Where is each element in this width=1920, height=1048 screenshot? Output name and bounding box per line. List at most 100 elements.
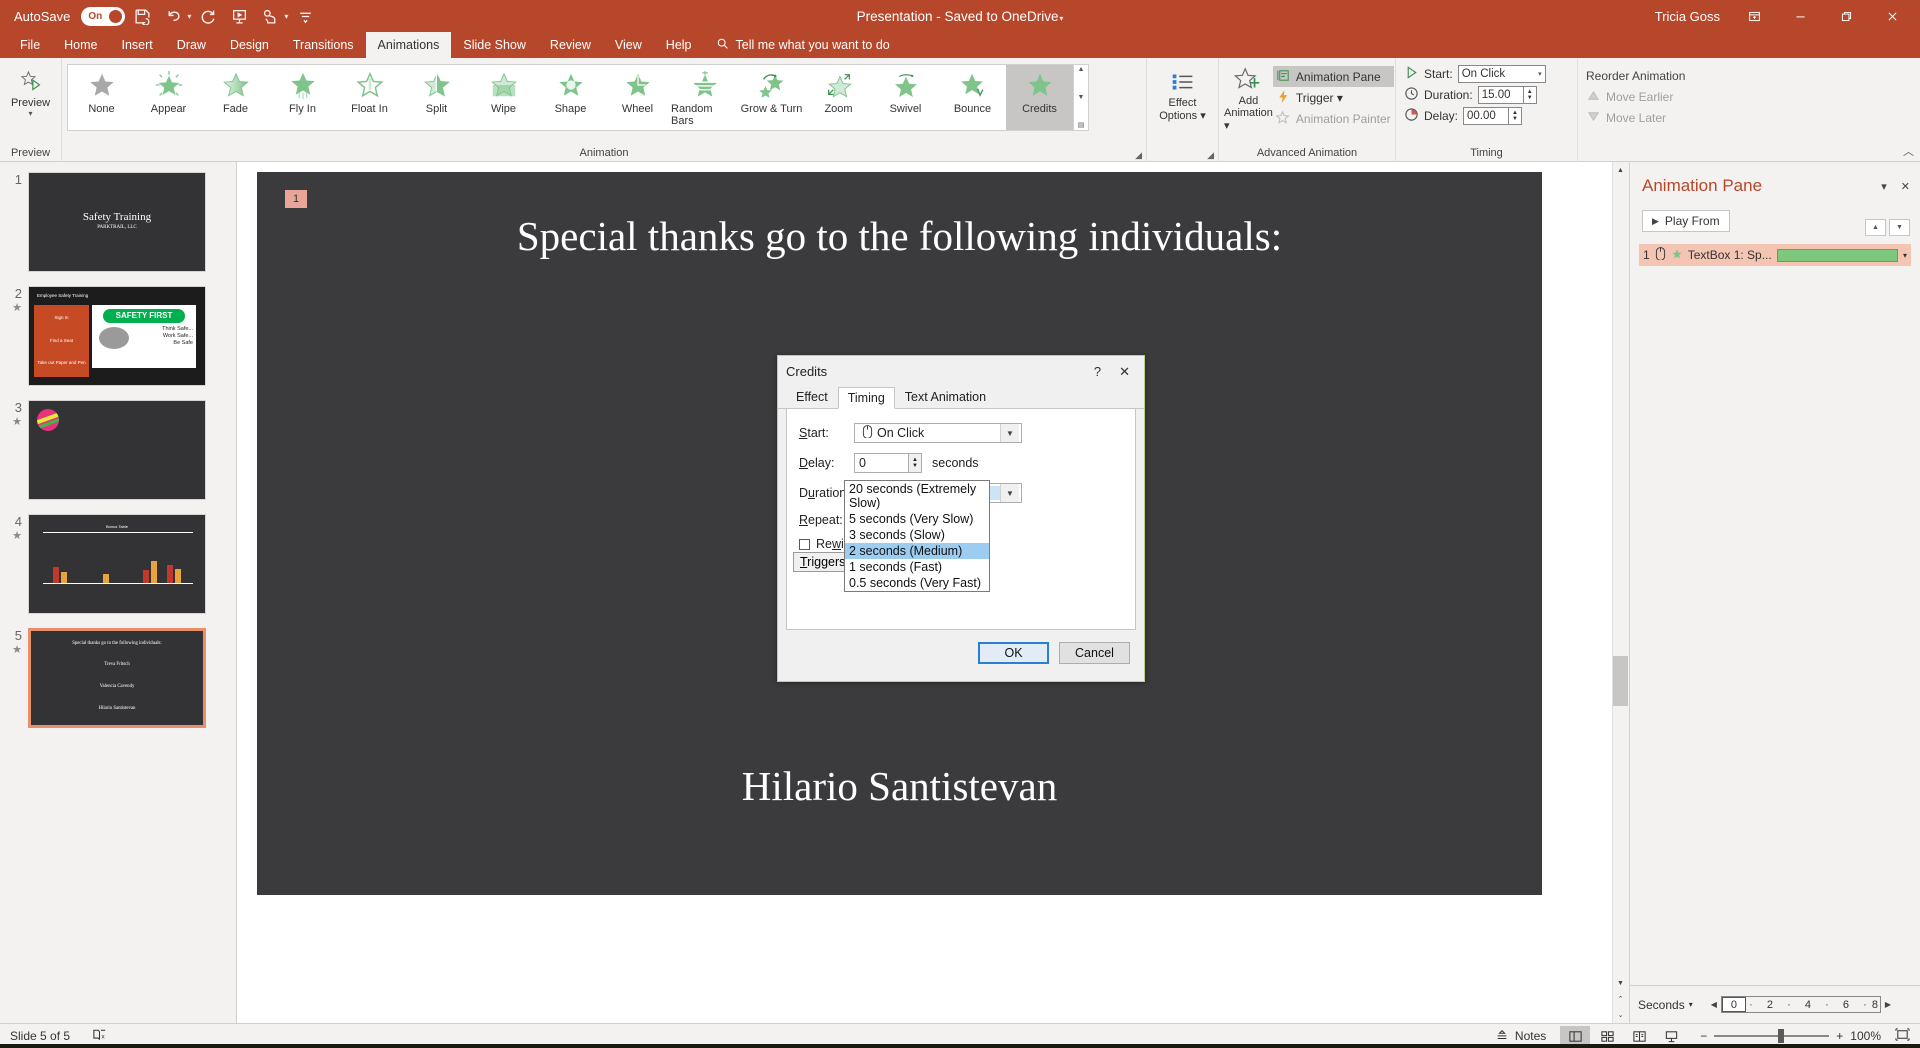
dialog-delay-input[interactable]: 0 <box>854 453 909 473</box>
next-slide-icon[interactable]: ⌄ <box>1613 1007 1628 1022</box>
slide-thumbnail-2[interactable]: Employee Safety Training Sign In Find a … <box>28 286 206 386</box>
thumbnail-row-3[interactable]: 3 ★ <box>0 400 236 500</box>
account-name[interactable]: Tricia Goss <box>1645 9 1730 24</box>
animation-item-menu-icon[interactable]: ▾ <box>1903 251 1907 260</box>
tell-me-search[interactable]: Tell me what you want to do <box>716 32 890 58</box>
effect-grow-and-turn[interactable]: Grow & Turn <box>738 65 805 130</box>
tab-design[interactable]: Design <box>218 32 281 58</box>
effect-wipe[interactable]: Wipe <box>470 65 537 130</box>
tab-transitions[interactable]: Transitions <box>281 32 366 58</box>
duration-option-2[interactable]: 2 seconds (Medium) <box>845 543 989 559</box>
gallery-scroll-down-icon[interactable]: ▼ <box>1078 94 1085 101</box>
zoom-knob[interactable] <box>1778 1029 1785 1043</box>
dialog-tab-text-animation[interactable]: Text Animation <box>895 386 996 408</box>
animation-duration-bar[interactable] <box>1776 248 1898 262</box>
title-dropdown-caret[interactable]: ▾ <box>1059 14 1063 23</box>
accessibility-checker-icon[interactable]: x <box>92 1027 107 1045</box>
effect-bounce[interactable]: Bounce <box>939 65 1006 130</box>
ribbon-display-options-icon[interactable] <box>1732 0 1776 32</box>
timing-delay-value[interactable]: 00.00 <box>1463 106 1510 125</box>
slide-thumbnail-4[interactable]: Bonus Table <box>28 514 206 614</box>
gallery-scroll-up-icon[interactable]: ▲ <box>1078 66 1085 73</box>
dialog-tab-effect[interactable]: Effect <box>786 386 838 408</box>
slide-thumbnail-panel[interactable]: 1 Safety Training PARKTRAIL, LLC 2 ★ Empl… <box>0 162 237 1023</box>
effect-shape[interactable]: Shape <box>537 65 604 130</box>
zoom-level[interactable]: 100% <box>1850 1029 1881 1043</box>
pane-close-icon[interactable]: ✕ <box>1901 180 1910 193</box>
collapse-ribbon-icon[interactable]: ︿ <box>1903 143 1914 159</box>
effect-float-in[interactable]: Float In <box>336 65 403 130</box>
redo-icon[interactable] <box>194 3 222 29</box>
timeline-unit-selector[interactable]: Seconds ▾ <box>1638 998 1693 1012</box>
move-up-icon[interactable]: ▲ <box>1865 219 1886 236</box>
duration-option-5[interactable]: 5 seconds (Very Slow) <box>845 511 989 527</box>
duration-dropdown-list[interactable]: 20 seconds (Extremely Slow) 5 seconds (V… <box>844 480 990 592</box>
timing-delay-arrows[interactable]: ▲ ▼ <box>1509 106 1523 125</box>
effect-options-dialog-launcher[interactable]: ◢ <box>1207 150 1214 161</box>
pane-menu-icon[interactable]: ▾ <box>1881 180 1887 193</box>
slide-thumbnail-1[interactable]: Safety Training PARKTRAIL, LLC <box>28 172 206 272</box>
touch-mode-icon[interactable] <box>256 3 284 29</box>
thumbnail-row-4[interactable]: 4 ★ Bonus Table <box>0 514 236 614</box>
preview-button[interactable]: Preview ▾ <box>5 61 56 118</box>
gallery-scrollbar[interactable]: ▲ ▼ ▤ <box>1073 65 1088 130</box>
close-icon[interactable] <box>1870 0 1914 32</box>
timing-delay-spinner[interactable]: 00.00 ▲ ▼ <box>1463 106 1523 125</box>
credits-effect-dialog[interactable]: Credits ? ✕ Effect Timing Text Animation… <box>777 355 1145 682</box>
timing-duration-value[interactable]: 15.00 <box>1477 85 1524 104</box>
animation-dialog-launcher[interactable]: ◢ <box>1135 150 1142 161</box>
scroll-down-icon[interactable]: ▼ <box>1613 976 1628 991</box>
undo-dropdown-caret[interactable]: ▾ <box>187 12 191 21</box>
thumbnail-row-5[interactable]: 5 ★ Special thanks go to the following in… <box>0 628 236 728</box>
autosave-toggle[interactable]: On <box>81 6 126 26</box>
tab-review[interactable]: Review <box>538 32 603 58</box>
dialog-help-icon[interactable]: ? <box>1094 364 1101 379</box>
thumbnail-row-1[interactable]: 1 Safety Training PARKTRAIL, LLC <box>0 172 236 272</box>
slide-name-2[interactable]: Hilario Santistevan <box>257 762 1542 810</box>
save-icon[interactable] <box>128 3 156 29</box>
thumbnail-row-2[interactable]: 2 ★ Employee Safety Training Sign In Find… <box>0 286 236 386</box>
add-animation-button[interactable]: Add Animation ▾ <box>1224 61 1273 132</box>
effect-fade[interactable]: Fade <box>202 65 269 130</box>
chevron-down-icon[interactable]: ▼ <box>1000 484 1019 502</box>
effect-random-bars[interactable]: Random Bars <box>671 65 738 130</box>
zoom-slider[interactable]: − + 100% <box>1700 1029 1881 1043</box>
zoom-in-button[interactable]: + <box>1836 1029 1843 1043</box>
effect-swivel[interactable]: Swivel <box>872 65 939 130</box>
ok-button[interactable]: OK <box>978 642 1049 664</box>
tab-view[interactable]: View <box>603 32 654 58</box>
canvas-vertical-scrollbar[interactable]: ▲ ▼ ⌃ ⌄ <box>1612 162 1629 1023</box>
tab-home[interactable]: Home <box>52 32 109 58</box>
cancel-button[interactable]: Cancel <box>1059 642 1130 664</box>
slide-heading[interactable]: Special thanks go to the following indiv… <box>257 212 1542 260</box>
animation-list-item[interactable]: 1 TextBox 1: Sp... ▾ <box>1639 244 1911 266</box>
effect-wheel[interactable]: Wheel <box>604 65 671 130</box>
tab-insert[interactable]: Insert <box>110 32 165 58</box>
scroll-up-icon[interactable]: ▲ <box>1613 163 1628 178</box>
gallery-more-icon[interactable]: ▤ <box>1078 121 1085 129</box>
effect-zoom[interactable]: Zoom <box>805 65 872 130</box>
restore-icon[interactable] <box>1824 0 1868 32</box>
zoom-out-button[interactable]: − <box>1700 1029 1707 1043</box>
minimize-icon[interactable] <box>1778 0 1822 32</box>
timing-duration-arrows[interactable]: ▲ ▼ <box>1523 85 1537 104</box>
tab-animations[interactable]: Animations <box>365 32 452 58</box>
fit-slide-icon[interactable] <box>1895 1027 1910 1045</box>
effect-appear[interactable]: Appear <box>135 65 202 130</box>
slide-counter[interactable]: Slide 5 of 5 <box>10 1029 70 1043</box>
chevron-down-icon[interactable]: ▼ <box>1000 424 1019 442</box>
effect-options-button[interactable]: Effect Options ▾ <box>1152 61 1213 122</box>
duration-option-20[interactable]: 20 seconds (Extremely Slow) <box>845 481 989 511</box>
chevron-down-icon[interactable]: ▾ <box>1538 70 1542 78</box>
chevron-down-icon[interactable]: ▾ <box>1689 1000 1693 1009</box>
play-from-button[interactable]: ▶ Play From <box>1642 210 1730 232</box>
tab-draw[interactable]: Draw <box>165 32 218 58</box>
dialog-delay-spinner[interactable]: ▲ ▼ <box>909 453 922 473</box>
preview-caret[interactable]: ▾ <box>28 109 32 118</box>
animation-order-tag[interactable]: 1 <box>285 190 307 208</box>
duration-option-1[interactable]: 1 seconds (Fast) <box>845 559 989 575</box>
timeline-ticks[interactable]: 0 ꞏ 2 ꞏ 4 ꞏ 6 ꞏ 8 <box>1720 996 1881 1013</box>
start-slideshow-icon[interactable] <box>225 3 253 29</box>
duration-option-05[interactable]: 0.5 seconds (Very Fast) <box>845 575 989 591</box>
zoom-track[interactable] <box>1714 1029 1830 1043</box>
